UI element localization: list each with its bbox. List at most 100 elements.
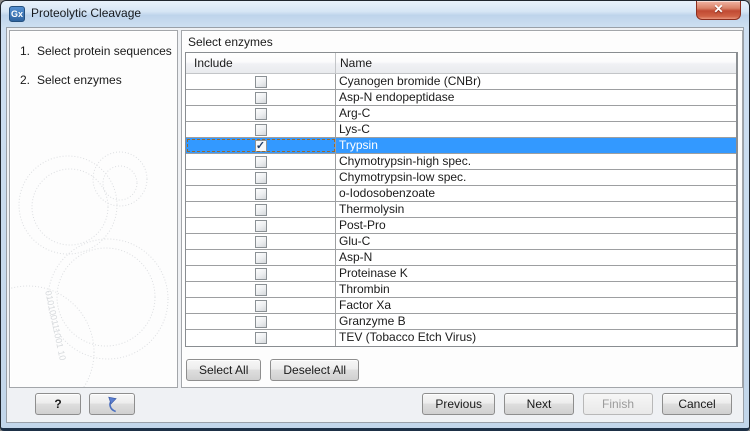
enzyme-name: Proteinase K bbox=[336, 266, 736, 281]
previous-button[interactable]: Previous bbox=[422, 393, 495, 415]
checkbox-unchecked[interactable] bbox=[255, 172, 267, 184]
include-cell bbox=[186, 154, 336, 169]
table-row[interactable]: Cyanogen bromide (CNBr) bbox=[186, 74, 736, 90]
include-cell bbox=[186, 298, 336, 313]
enzyme-name: Factor Xa bbox=[336, 298, 736, 313]
close-button[interactable]: ✕ bbox=[696, 1, 741, 20]
checkbox-unchecked[interactable] bbox=[255, 300, 267, 312]
include-cell bbox=[186, 282, 336, 297]
include-cell bbox=[186, 218, 336, 233]
checkbox-unchecked[interactable] bbox=[255, 268, 267, 280]
enzyme-table-body: Cyanogen bromide (CNBr)Asp-N endopeptida… bbox=[186, 74, 736, 346]
select-all-button[interactable]: Select All bbox=[186, 359, 261, 381]
table-buttons: Select All Deselect All bbox=[186, 359, 359, 381]
undo-arrow-icon bbox=[103, 396, 121, 414]
checkbox-unchecked[interactable] bbox=[255, 332, 267, 344]
table-row[interactable]: Chymotrypsin-low spec. bbox=[186, 170, 736, 186]
watermark-logo: 010100111001 10 bbox=[10, 137, 178, 387]
include-cell bbox=[186, 186, 336, 201]
select-enzymes-panel: Select enzymes Include Name Cyanogen bro… bbox=[181, 30, 743, 388]
include-cell bbox=[186, 122, 336, 137]
finish-button[interactable]: Finish bbox=[583, 393, 653, 415]
enzyme-name: Granzyme B bbox=[336, 314, 736, 329]
deselect-all-button[interactable]: Deselect All bbox=[270, 359, 359, 381]
table-row[interactable]: Asp-N endopeptidase bbox=[186, 90, 736, 106]
enzyme-name: Asp-N bbox=[336, 250, 736, 265]
table-row[interactable]: TEV (Tobacco Etch Virus) bbox=[186, 330, 736, 346]
titlebar[interactable]: Gx Proteolytic Cleavage ✕ bbox=[1, 1, 749, 27]
enzyme-name: o-Iodosobenzoate bbox=[336, 186, 736, 201]
step-number: 1. bbox=[20, 44, 37, 58]
include-cell bbox=[186, 330, 336, 346]
table-row[interactable]: o-Iodosobenzoate bbox=[186, 186, 736, 202]
enzyme-table: Include Name Cyanogen bromide (CNBr)Asp-… bbox=[185, 52, 738, 347]
table-row[interactable]: Glu-C bbox=[186, 234, 736, 250]
watermark-binary-text: 010100111001 10 bbox=[43, 290, 68, 362]
include-cell: ✓ bbox=[186, 138, 336, 153]
checkbox-unchecked[interactable] bbox=[255, 108, 267, 120]
footer-right-buttons: Previous Next Finish Cancel bbox=[422, 393, 732, 415]
footer-left-buttons: ? bbox=[35, 393, 135, 415]
step-list: 1. Select protein sequences 2. Select en… bbox=[10, 31, 177, 87]
checkbox-unchecked[interactable] bbox=[255, 76, 267, 88]
enzyme-name: Asp-N endopeptidase bbox=[336, 90, 736, 105]
next-button[interactable]: Next bbox=[504, 393, 574, 415]
checkbox-unchecked[interactable] bbox=[255, 252, 267, 264]
enzyme-name: Cyanogen bromide (CNBr) bbox=[336, 74, 736, 89]
table-header: Include Name bbox=[186, 53, 736, 74]
checkbox-unchecked[interactable] bbox=[255, 156, 267, 168]
table-row[interactable]: Chymotrypsin-high spec. bbox=[186, 154, 736, 170]
app-icon: Gx bbox=[9, 6, 25, 22]
include-cell bbox=[186, 266, 336, 281]
include-cell bbox=[186, 250, 336, 265]
proteolytic-cleavage-dialog: Gx Proteolytic Cleavage ✕ 1. Select prot… bbox=[0, 0, 750, 431]
reset-wizard-button[interactable] bbox=[89, 393, 135, 415]
enzyme-name: Thermolysin bbox=[336, 202, 736, 217]
dialog-content: 1. Select protein sequences 2. Select en… bbox=[6, 27, 744, 423]
step-label: Select protein sequences bbox=[37, 44, 172, 58]
checkbox-unchecked[interactable] bbox=[255, 188, 267, 200]
include-cell bbox=[186, 74, 336, 89]
wizard-steps-sidebar: 1. Select protein sequences 2. Select en… bbox=[9, 30, 178, 388]
include-cell bbox=[186, 234, 336, 249]
enzyme-name: Post-Pro bbox=[336, 218, 736, 233]
table-row[interactable]: Proteinase K bbox=[186, 266, 736, 282]
table-row[interactable]: Arg-C bbox=[186, 106, 736, 122]
checkbox-unchecked[interactable] bbox=[255, 316, 267, 328]
table-row[interactable]: Granzyme B bbox=[186, 314, 736, 330]
close-icon: ✕ bbox=[713, 2, 723, 16]
checkbox-unchecked[interactable] bbox=[255, 124, 267, 136]
table-row[interactable]: ✓ Trypsin bbox=[186, 138, 736, 154]
enzyme-name: TEV (Tobacco Etch Virus) bbox=[336, 330, 736, 346]
checkbox-unchecked[interactable] bbox=[255, 204, 267, 216]
table-row[interactable]: Lys-C bbox=[186, 122, 736, 138]
step-select-enzymes: 2. Select enzymes bbox=[20, 73, 173, 87]
enzyme-name: Trypsin bbox=[336, 138, 736, 153]
checkbox-unchecked[interactable] bbox=[255, 92, 267, 104]
footer-bar: ? Previous Next Finish Cancel bbox=[7, 386, 743, 422]
table-row[interactable]: Thermolysin bbox=[186, 202, 736, 218]
enzyme-name: Thrombin bbox=[336, 282, 736, 297]
column-header-include[interactable]: Include bbox=[186, 53, 336, 73]
table-row[interactable]: Factor Xa bbox=[186, 298, 736, 314]
checkbox-unchecked[interactable] bbox=[255, 284, 267, 296]
checkbox-unchecked[interactable] bbox=[255, 236, 267, 248]
include-cell bbox=[186, 90, 336, 105]
table-row[interactable]: Post-Pro bbox=[186, 218, 736, 234]
step-select-protein-sequences: 1. Select protein sequences bbox=[20, 44, 173, 58]
window-title: Proteolytic Cleavage bbox=[31, 1, 141, 26]
table-row[interactable]: Thrombin bbox=[186, 282, 736, 298]
include-cell bbox=[186, 170, 336, 185]
help-button[interactable]: ? bbox=[35, 393, 81, 415]
table-row[interactable]: Asp-N bbox=[186, 250, 736, 266]
enzyme-name: Chymotrypsin-low spec. bbox=[336, 170, 736, 185]
enzyme-name: Chymotrypsin-high spec. bbox=[336, 154, 736, 169]
step-number: 2. bbox=[20, 73, 37, 87]
include-cell bbox=[186, 202, 336, 217]
cancel-button[interactable]: Cancel bbox=[662, 393, 732, 415]
enzyme-name: Glu-C bbox=[336, 234, 736, 249]
checkbox-checked[interactable]: ✓ bbox=[255, 140, 267, 152]
include-cell bbox=[186, 106, 336, 121]
checkbox-unchecked[interactable] bbox=[255, 220, 267, 232]
column-header-name[interactable]: Name bbox=[336, 53, 736, 73]
